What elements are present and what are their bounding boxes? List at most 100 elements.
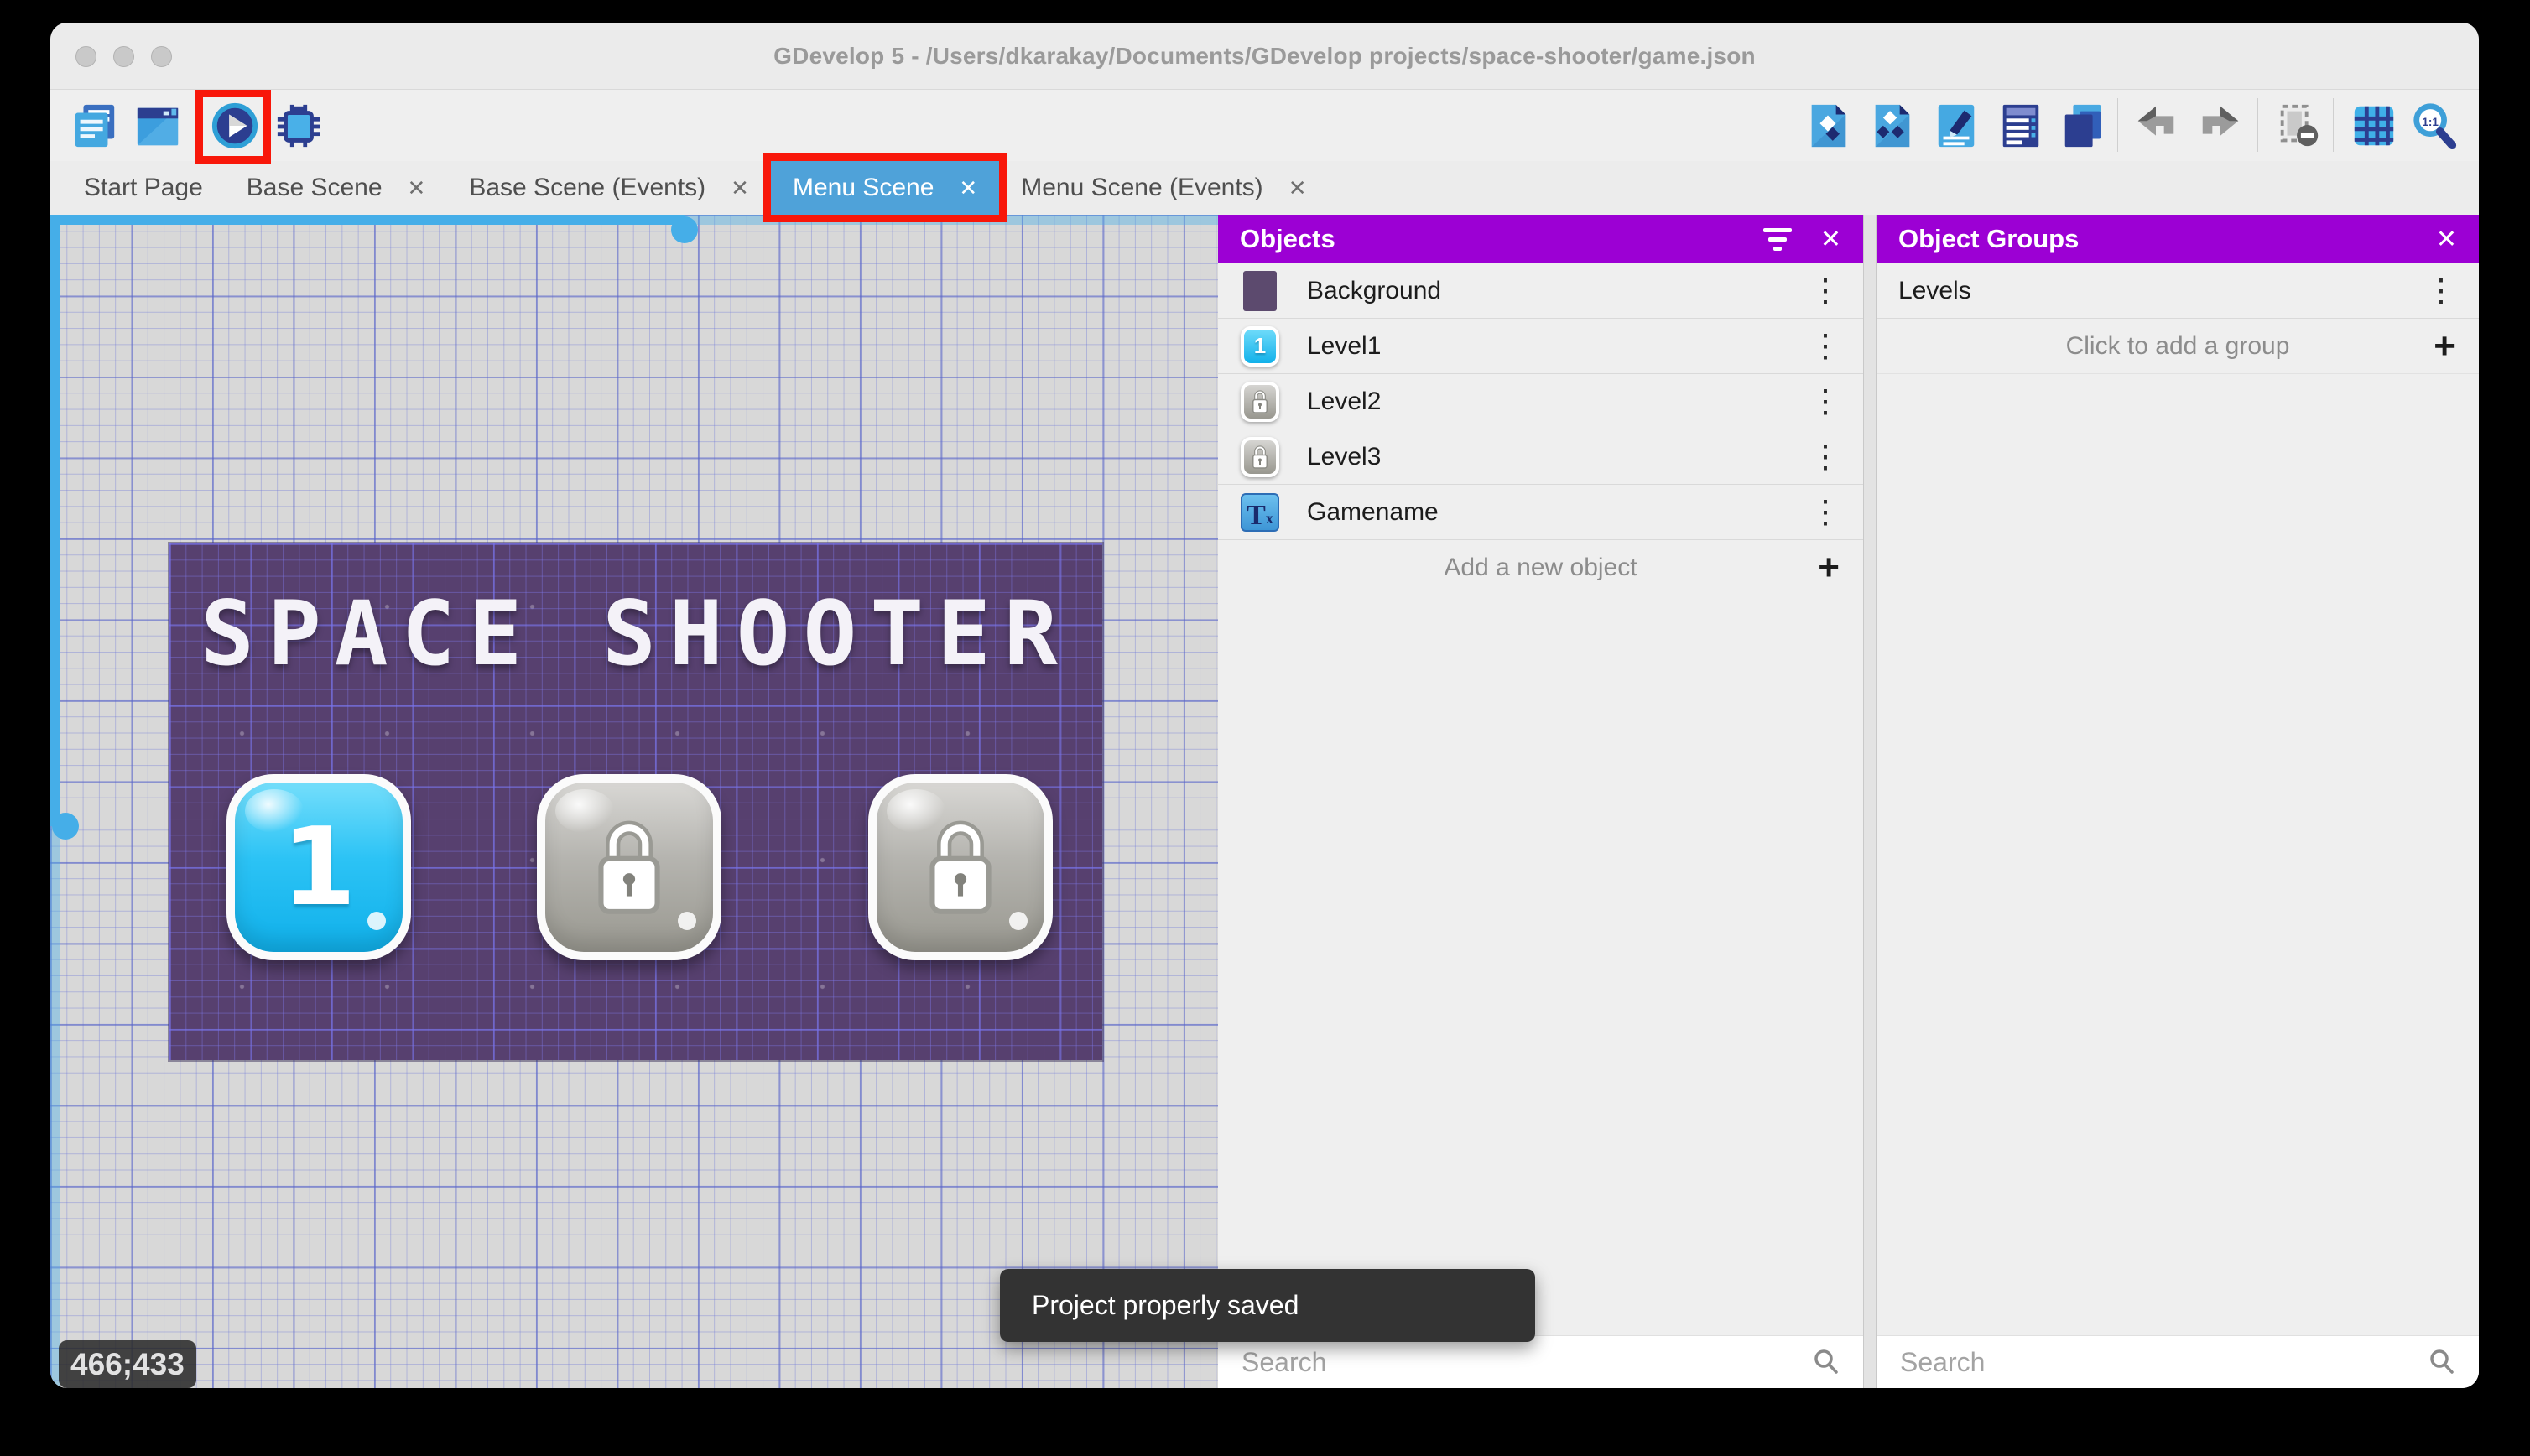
scene-title-text-object[interactable]: SPACE SHOOTER xyxy=(169,582,1102,685)
object-groups-panel-title: Object Groups xyxy=(1898,224,2080,253)
object-row-level3[interactable]: Level3 ⋮ xyxy=(1218,429,1863,485)
object-groups-panel-icon xyxy=(1875,104,1910,148)
zoom-window-button[interactable] xyxy=(151,46,172,67)
gdevelop-window: GDevelop 5 - /Users/dkarakay/Documents/G… xyxy=(50,23,2479,1388)
objects-panel-icon xyxy=(1811,104,1846,148)
search-icon xyxy=(1814,1349,1838,1374)
instances-list-toggle-button[interactable] xyxy=(1996,101,2046,151)
object-row-background[interactable]: Background ⋮ xyxy=(1218,263,1863,319)
level-button-unlocked-icon: 1 xyxy=(1240,325,1280,367)
add-group-label: Click to add a group xyxy=(2065,331,2290,360)
editor-tab-bar: Start Page Base Scene ✕ Base Scene (Even… xyxy=(50,161,2479,215)
debugger-bug-icon xyxy=(277,104,320,148)
redo-icon xyxy=(2202,106,2239,136)
close-icon[interactable]: ✕ xyxy=(2436,225,2457,254)
close-icon[interactable]: ✕ xyxy=(1820,225,1841,254)
kebab-menu-icon[interactable]: ⋮ xyxy=(1809,330,1841,362)
background-swatch-icon xyxy=(1240,270,1280,311)
object-groups-empty-area xyxy=(1877,374,2479,1335)
tab-close-icon[interactable]: ✕ xyxy=(959,175,977,201)
instances-list-icon xyxy=(2002,104,2039,148)
level-button-locked-icon xyxy=(1240,381,1280,422)
horizontal-scrollbar-thumb[interactable] xyxy=(671,216,698,243)
lock-icon xyxy=(929,820,992,914)
toast-message: Project properly saved xyxy=(1032,1290,1299,1320)
minimize-window-button[interactable] xyxy=(113,46,134,67)
object-row-gamename[interactable]: Tx Gamename ⋮ xyxy=(1218,485,1863,540)
toolbar: 1:1 xyxy=(50,90,2479,164)
properties-panel-icon xyxy=(1938,104,1975,148)
object-name: Level2 xyxy=(1307,387,1382,415)
plus-icon: + xyxy=(2434,325,2455,367)
tab-menu-scene[interactable]: Menu Scene ✕ xyxy=(770,161,1000,215)
tab-close-icon[interactable]: ✕ xyxy=(1288,175,1307,201)
tab-base-scene[interactable]: Base Scene ✕ xyxy=(225,161,448,215)
objects-panel-header: Objects ✕ xyxy=(1218,215,1863,263)
screenshot-stage: GDevelop 5 - /Users/dkarakay/Documents/G… xyxy=(0,0,2530,1456)
kebab-menu-icon[interactable]: ⋮ xyxy=(1809,497,1841,528)
tab-label: Menu Scene (Events) xyxy=(1021,174,1263,201)
kebab-menu-icon[interactable]: ⋮ xyxy=(1809,386,1841,418)
remove-instances-icon xyxy=(2280,104,2319,147)
layers-panel-toggle-button[interactable] xyxy=(2058,101,2108,151)
zoom-options-button[interactable]: 1:1 xyxy=(2409,101,2460,151)
grid-icon xyxy=(2354,106,2394,146)
add-group-button[interactable]: Click to add a group + xyxy=(1877,319,2479,374)
scene-window-button[interactable] xyxy=(133,101,183,151)
preview-play-button[interactable] xyxy=(210,101,260,151)
level-1-button-instance[interactable]: 1 xyxy=(226,774,411,960)
tab-label: Start Page xyxy=(84,174,203,201)
title-bar: GDevelop 5 - /Users/dkarakay/Documents/G… xyxy=(50,23,2479,90)
debugger-button[interactable] xyxy=(273,101,324,151)
object-groups-panel-header: Object Groups ✕ xyxy=(1877,215,2479,263)
tab-label: Base Scene (Events) xyxy=(469,174,706,201)
object-groups-panel-toggle-button[interactable] xyxy=(1866,101,1917,151)
object-name: Background xyxy=(1307,276,1442,304)
object-name: Level1 xyxy=(1307,331,1382,360)
tab-label: Menu Scene xyxy=(792,174,934,201)
properties-panel-toggle-button[interactable] xyxy=(1931,101,1981,151)
redo-button[interactable] xyxy=(2195,101,2246,151)
tab-close-icon[interactable]: ✕ xyxy=(731,175,749,201)
remove-instances-button[interactable] xyxy=(2273,101,2324,151)
object-row-level1[interactable]: 1 Level1 ⋮ xyxy=(1218,319,1863,374)
undo-button[interactable] xyxy=(2131,101,2181,151)
kebab-menu-icon[interactable]: ⋮ xyxy=(1809,275,1841,307)
toggle-grid-button[interactable] xyxy=(2349,101,2399,151)
svg-text:1:1: 1:1 xyxy=(2422,116,2439,128)
objects-panel-toggle-button[interactable] xyxy=(1803,101,1853,151)
kebab-menu-icon[interactable]: ⋮ xyxy=(1809,441,1841,473)
tab-close-icon[interactable]: ✕ xyxy=(408,175,426,201)
vertical-scrollbar-thumb[interactable] xyxy=(52,813,79,840)
level-2-locked-button-instance[interactable] xyxy=(537,774,721,960)
level-number: 1 xyxy=(281,804,357,930)
group-name: Levels xyxy=(1898,276,1971,304)
level-button-locked-icon xyxy=(1240,436,1280,477)
game-scene-preview[interactable]: SPACE SHOOTER 1 xyxy=(169,543,1102,1060)
group-row-levels[interactable]: Levels ⋮ xyxy=(1877,263,2479,319)
groups-search-input[interactable] xyxy=(1898,1345,2427,1379)
cursor-coordinates-badge: 466;433 xyxy=(59,1340,196,1388)
object-row-level2[interactable]: Level2 ⋮ xyxy=(1218,374,1863,429)
close-window-button[interactable] xyxy=(75,46,96,67)
play-icon xyxy=(211,102,258,149)
kebab-menu-icon[interactable]: ⋮ xyxy=(2425,275,2457,307)
tab-start-page[interactable]: Start Page xyxy=(62,161,225,215)
plus-icon: + xyxy=(1818,546,1840,588)
toolbar-separator xyxy=(2333,98,2334,152)
canvas-vertical-scrollbar[interactable] xyxy=(50,215,60,1388)
filter-icon[interactable] xyxy=(1762,227,1792,251)
object-groups-panel: Object Groups ✕ Levels ⋮ Click to add a … xyxy=(1877,215,2479,1388)
tab-menu-scene-events[interactable]: Menu Scene (Events) ✕ xyxy=(999,161,1328,215)
scene-canvas[interactable]: SPACE SHOOTER 1 466;433 xyxy=(50,215,1218,1388)
level-3-locked-button-instance[interactable] xyxy=(868,774,1053,960)
add-new-object-button[interactable]: Add a new object + xyxy=(1218,540,1863,595)
toolbar-separator xyxy=(2257,98,2258,152)
project-manager-button[interactable] xyxy=(70,101,120,151)
canvas-horizontal-scrollbar[interactable] xyxy=(50,215,1218,225)
groups-search-bar xyxy=(1877,1335,2479,1388)
tab-base-scene-events[interactable]: Base Scene (Events) ✕ xyxy=(447,161,771,215)
objects-search-input[interactable] xyxy=(1240,1345,1811,1379)
window-title: GDevelop 5 - /Users/dkarakay/Documents/G… xyxy=(773,42,1756,69)
panel-resize-divider[interactable] xyxy=(1863,215,1877,1388)
